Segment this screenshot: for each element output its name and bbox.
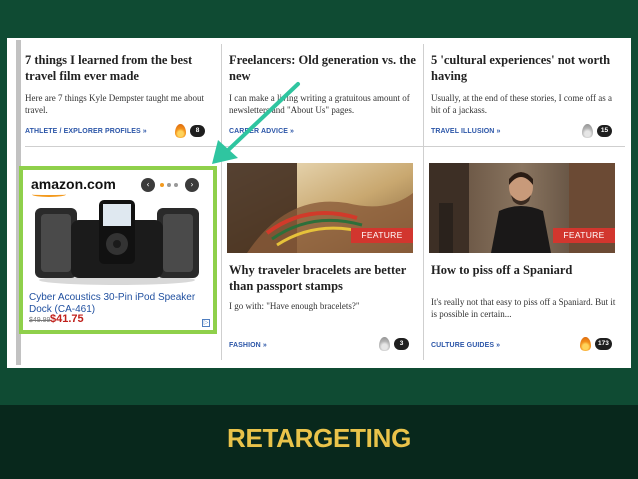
flame-icon	[379, 337, 390, 351]
website-screenshot: 7 things I learned from the best travel …	[7, 38, 631, 368]
carousel-dot[interactable]	[174, 183, 178, 187]
category-link[interactable]: FASHION »	[229, 342, 267, 349]
article-description: Usually, at the end of these stories, I …	[431, 93, 612, 115]
article-card[interactable]: How to piss off a Spaniard It's really n…	[431, 262, 621, 320]
carousel-prev-button[interactable]: ‹	[141, 178, 155, 192]
article-photo-bracelets[interactable]: FEATURE	[227, 163, 413, 253]
category-link[interactable]: ATHLETE / EXPLORER PROFILES »	[25, 128, 147, 135]
ad-old-price: $49.99	[29, 317, 51, 324]
carousel-dot[interactable]	[167, 183, 171, 187]
feature-badge: FEATURE	[351, 228, 413, 243]
comment-count-badge[interactable]: 15	[597, 125, 612, 137]
amazon-retargeting-ad[interactable]: amazon.com ‹ › Cyber Acoustics 30-Pin iP…	[19, 166, 217, 334]
ad-price: $41.75	[50, 313, 84, 325]
category-link[interactable]: CULTURE GUIDES »	[431, 342, 500, 349]
comment-count-badge[interactable]: 3	[394, 338, 409, 350]
flame-icon	[175, 124, 186, 138]
column-separator	[423, 44, 424, 360]
slide-title: RETARGETING	[227, 423, 411, 453]
article-title[interactable]: 5 'cultural experiences' not worth havin…	[431, 52, 621, 84]
amazon-smile-icon	[32, 192, 66, 197]
speaker-dock-product-image[interactable]	[33, 198, 201, 286]
article-title[interactable]: Why traveler bracelets are better than p…	[229, 262, 417, 294]
amazon-logo: amazon.com	[31, 176, 116, 192]
flame-icon	[582, 124, 593, 138]
article-description: Here are 7 things Kyle Dempster taught m…	[25, 93, 204, 115]
article-title[interactable]: 7 things I learned from the best travel …	[25, 52, 215, 84]
comment-count-badge[interactable]: 173	[595, 338, 612, 350]
article-description: It's really not that easy to piss off a …	[431, 297, 616, 319]
article-card[interactable]: 7 things I learned from the best travel …	[25, 52, 215, 116]
adchoices-icon[interactable]: ▷	[202, 319, 210, 327]
article-photo-spaniard[interactable]: FEATURE	[429, 163, 615, 253]
row-separator	[25, 146, 625, 147]
category-link[interactable]: TRAVEL ILLUSION »	[431, 128, 501, 135]
feature-badge: FEATURE	[553, 228, 615, 243]
article-card[interactable]: Why traveler bracelets are better than p…	[229, 262, 417, 312]
annotation-arrow-icon	[212, 82, 300, 164]
flame-icon	[580, 337, 591, 351]
article-card[interactable]: 5 'cultural experiences' not worth havin…	[431, 52, 621, 116]
carousel-dot[interactable]	[160, 183, 164, 187]
article-description: I go with: "Have enough bracelets?"	[229, 301, 360, 311]
carousel-next-button[interactable]: ›	[185, 178, 199, 192]
article-title[interactable]: How to piss off a Spaniard	[431, 262, 621, 278]
